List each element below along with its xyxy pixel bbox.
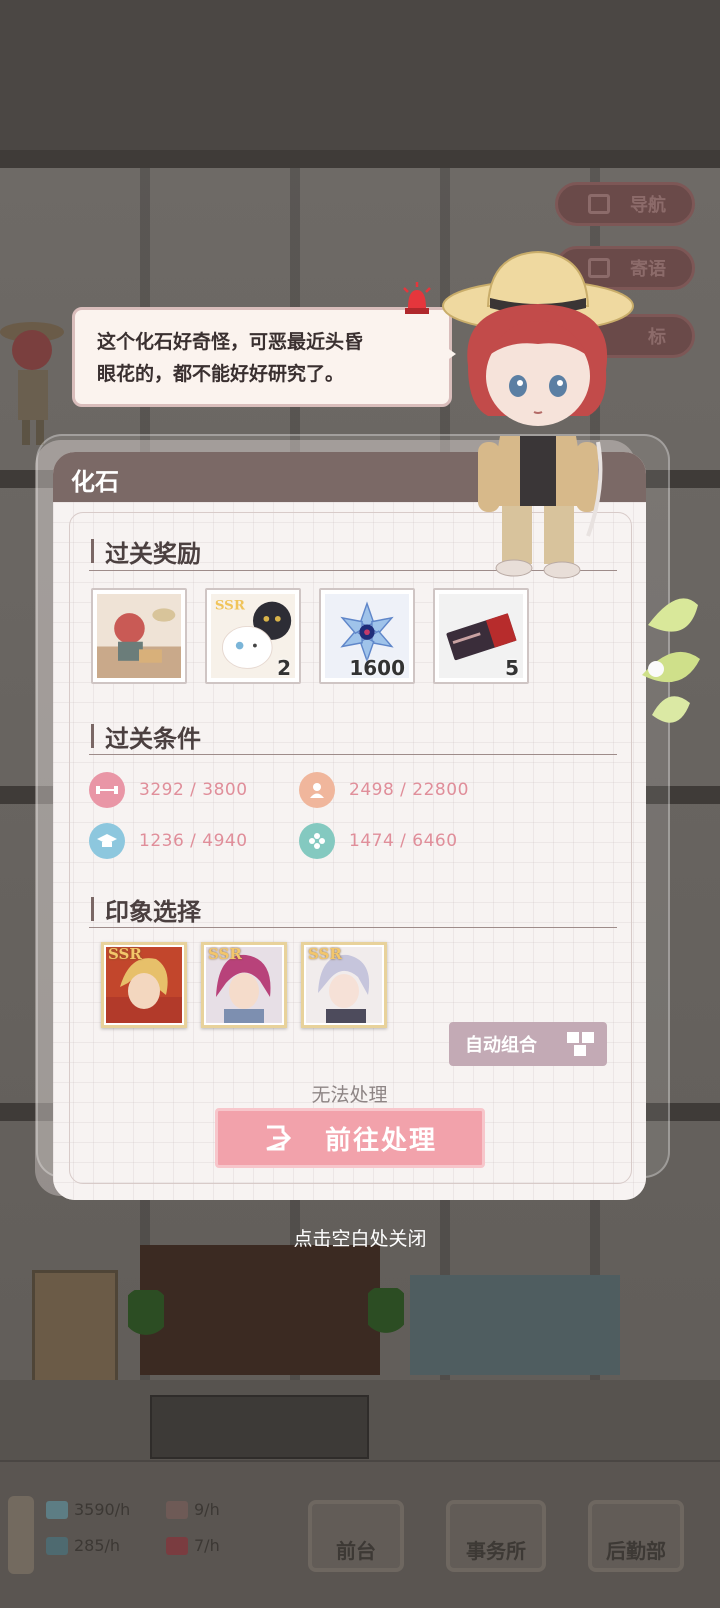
background-character bbox=[0, 322, 64, 445]
impression-card-2[interactable]: SSR bbox=[201, 942, 287, 1028]
speech-bubble: 这个化石好奇怪，可恶最近头昏 眼花的，都不能好好研究了。 bbox=[72, 307, 452, 407]
enter-icon bbox=[266, 1125, 292, 1151]
map-icon bbox=[588, 194, 610, 214]
resource-1: 3590/h bbox=[46, 1500, 130, 1519]
ssr-badge: SSR bbox=[108, 945, 142, 963]
flower-icon bbox=[299, 823, 335, 859]
nav-logistics[interactable]: 后勤部 bbox=[588, 1500, 684, 1572]
status-text: 无法处理 bbox=[311, 1084, 388, 1106]
ssr-badge: SSR bbox=[208, 945, 242, 963]
conditions-title: 过关条件 bbox=[91, 719, 201, 754]
nav-office[interactable]: 事务所 bbox=[446, 1500, 546, 1572]
impression-card-3[interactable]: SSR bbox=[301, 942, 387, 1028]
person-icon bbox=[299, 772, 335, 808]
story-illustration-icon bbox=[97, 594, 181, 678]
grid-icon bbox=[567, 1032, 594, 1056]
close-hint[interactable]: 点击空白处关闭 bbox=[0, 1224, 720, 1251]
navigation-button[interactable]: 导航 bbox=[555, 182, 695, 226]
resource-3: 285/h bbox=[46, 1536, 120, 1555]
gift-icon bbox=[166, 1536, 188, 1555]
resource-2: 9/h bbox=[166, 1500, 220, 1519]
condition-charm: 1474 / 6460 bbox=[299, 823, 458, 859]
condition-strength: 3292 / 3800 bbox=[89, 772, 248, 808]
reward-count: 5 bbox=[505, 656, 519, 680]
reward-count: 2 bbox=[277, 656, 291, 680]
reward-story-card[interactable] bbox=[91, 588, 187, 684]
svg-text:SSR: SSR bbox=[215, 597, 246, 613]
chibi-character bbox=[442, 250, 634, 579]
book-stack-icon bbox=[46, 1536, 68, 1555]
scroll-icon[interactable] bbox=[8, 1496, 34, 1574]
dumbbell-icon bbox=[89, 772, 125, 808]
reward-crystal[interactable]: 1600 bbox=[319, 588, 415, 684]
nav-front-desk[interactable]: 前台 bbox=[308, 1500, 404, 1572]
reward-ticket[interactable]: 5 bbox=[433, 588, 529, 684]
avatar-icon bbox=[166, 1500, 188, 1519]
dialog-title: 化石 bbox=[71, 468, 119, 496]
go-process-button[interactable]: 前往处理 bbox=[215, 1108, 485, 1168]
leaf-decoration bbox=[642, 598, 700, 723]
alarm-light-icon bbox=[403, 282, 431, 314]
condition-popularity: 2498 / 22800 bbox=[299, 772, 469, 808]
reward-count: 1600 bbox=[349, 656, 405, 680]
graduation-cap-icon bbox=[89, 823, 125, 859]
ssr-badge: SSR bbox=[308, 945, 342, 963]
book-icon bbox=[46, 1500, 68, 1519]
rewards-title: 过关奖励 bbox=[91, 534, 201, 569]
auto-combine-button[interactable]: 自动组合 bbox=[449, 1022, 607, 1066]
resource-4: 7/h bbox=[166, 1536, 220, 1555]
dialog-body: 过关奖励 SSR 2 1600 5 过关条件 3292 / 3800 2498 … bbox=[53, 502, 646, 1200]
condition-knowledge: 1236 / 4940 bbox=[89, 823, 248, 859]
impression-title: 印象选择 bbox=[91, 892, 201, 927]
impression-card-1[interactable]: SSR bbox=[101, 942, 187, 1028]
reward-ssr-cat-card[interactable]: SSR 2 bbox=[205, 588, 301, 684]
